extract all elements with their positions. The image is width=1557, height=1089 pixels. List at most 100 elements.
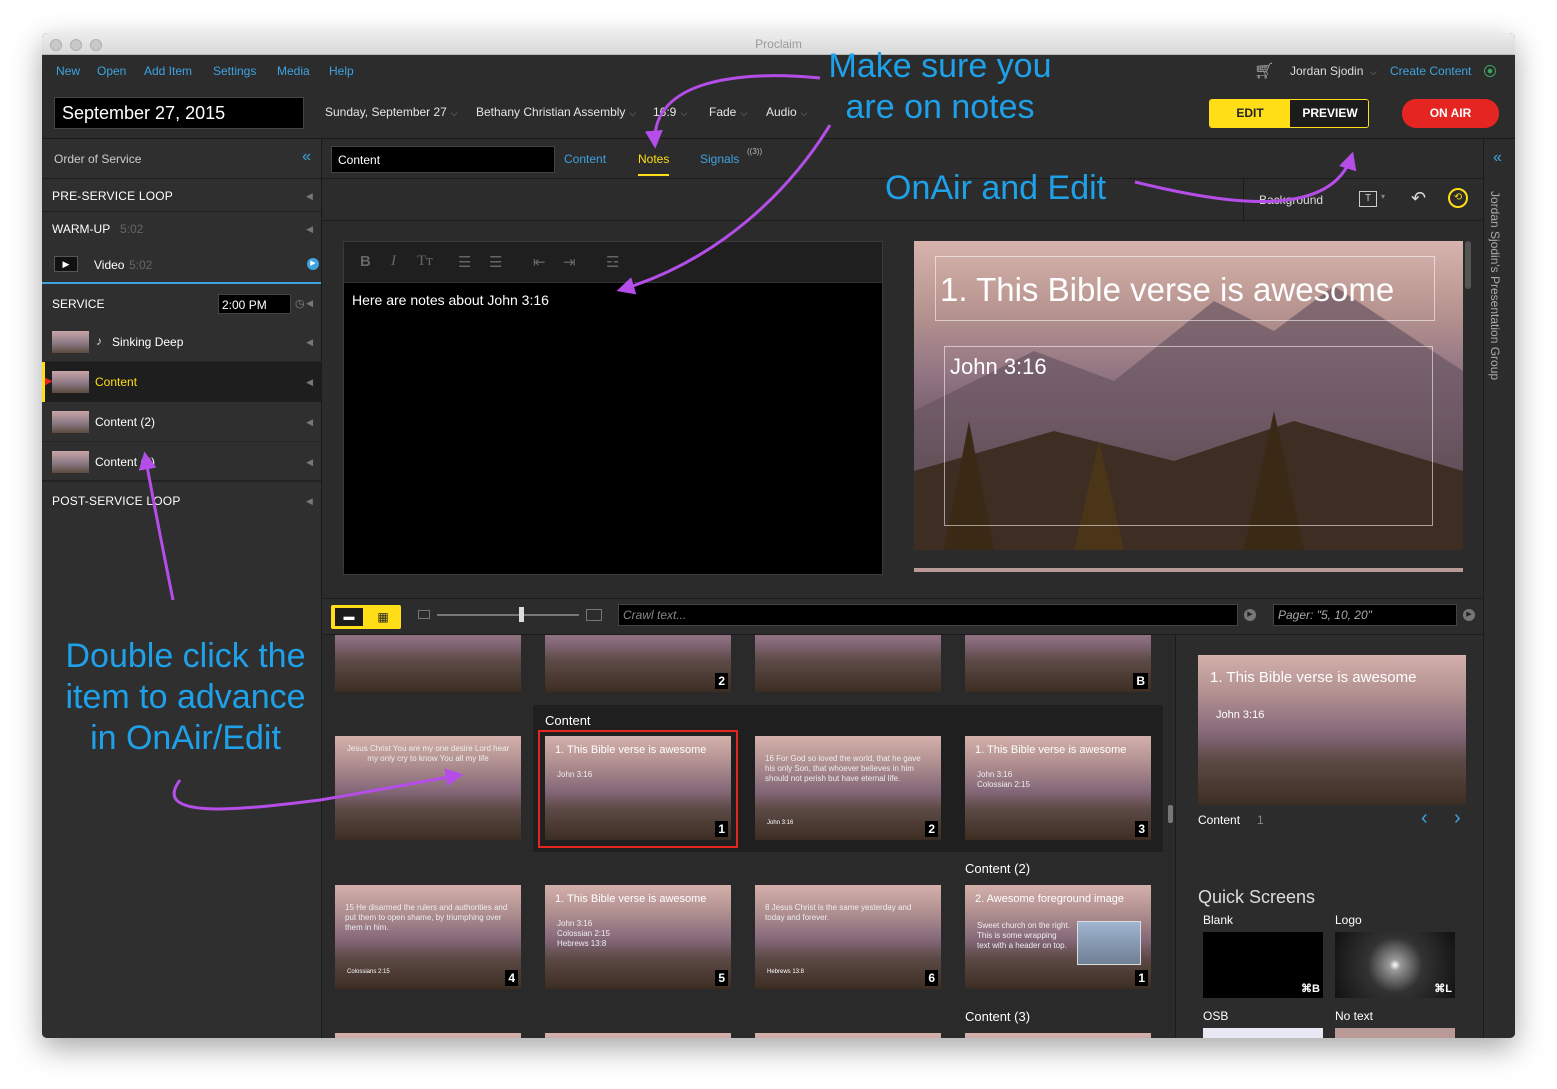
- mode-toggle: EDIT PREVIEW: [1209, 99, 1369, 128]
- sidebar-item-content-3[interactable]: Content (3) ◀: [42, 442, 321, 482]
- next-slide-icon[interactable]: ›: [1454, 807, 1461, 830]
- slide-thumbnail[interactable]: 8 Jesus Christ is the same yesterday and…: [755, 885, 941, 989]
- sync-icon[interactable]: ⟲: [1448, 188, 1468, 208]
- menu-bar: New Open Add Item Settings Media Help 🛒︎…: [42, 55, 1515, 87]
- item-name-field[interactable]: Content: [331, 146, 555, 173]
- preview-scrollbar[interactable]: [914, 568, 1463, 572]
- notes-text[interactable]: Here are notes about John 3:16: [352, 292, 549, 308]
- cart-icon[interactable]: 🛒︎: [1254, 61, 1274, 81]
- quick-screen-logo[interactable]: ⌘L: [1335, 932, 1455, 998]
- chevron-down-icon: ▾: [1381, 192, 1386, 201]
- vertical-scrollbar[interactable]: [1465, 241, 1471, 289]
- zoom-slider-handle[interactable]: [519, 607, 524, 622]
- aspect-dropdown[interactable]: 16:9 ⌵: [653, 105, 687, 119]
- bold-icon[interactable]: B: [360, 253, 371, 270]
- quick-screen-no-text[interactable]: [1335, 1028, 1455, 1038]
- previous-slide-icon[interactable]: ‹: [1421, 807, 1428, 830]
- edit-button[interactable]: EDIT: [1210, 100, 1290, 127]
- text-size-icon[interactable]: Tт: [417, 253, 433, 270]
- create-content-link[interactable]: Create Content: [1390, 64, 1471, 78]
- current-slide-preview[interactable]: 1. This Bible verse is awesome John 3:16: [1198, 655, 1466, 805]
- quick-screen-blank[interactable]: ⌘B: [1203, 932, 1323, 998]
- slide-body: John 3:16: [950, 354, 1047, 379]
- slide-thumbnail[interactable]: [335, 1033, 521, 1038]
- sidebar-title: Order of Service: [54, 152, 142, 166]
- slide-thumbnail[interactable]: [965, 1033, 1151, 1038]
- section-pre-service[interactable]: PRE-SERVICE LOOP ◀: [42, 179, 321, 212]
- pager-input[interactable]: Pager: "5, 10, 20": [1273, 604, 1457, 626]
- bullet-list-icon[interactable]: ☰: [458, 253, 471, 271]
- church-dropdown[interactable]: Bethany Christian Assembly ⌵: [476, 105, 636, 119]
- user-menu[interactable]: Jordan Sjodin: [1290, 64, 1363, 78]
- preview-button[interactable]: PREVIEW: [1290, 100, 1368, 127]
- slide-number: B: [1133, 673, 1148, 689]
- slide-reference: Colossians 2:15: [347, 969, 390, 975]
- collapse-left-icon[interactable]: «: [302, 148, 311, 166]
- title-bar: Proclaim: [42, 33, 1515, 55]
- menu-media[interactable]: Media: [277, 64, 310, 78]
- italic-icon[interactable]: I: [391, 253, 396, 270]
- expand-left-icon[interactable]: «: [1493, 149, 1502, 167]
- clock-icon[interactable]: ◷: [295, 297, 305, 310]
- slide-thumbnail-selected[interactable]: 1. This Bible verse is awesome John 3:16…: [545, 736, 731, 840]
- filmstrip-view-icon[interactable]: ▬: [335, 608, 363, 626]
- menu-open[interactable]: Open: [97, 64, 126, 78]
- slide-title: 2. Awesome foreground image: [975, 893, 1124, 905]
- section-service[interactable]: SERVICE 2:00 PM ◷ ◀: [42, 286, 321, 322]
- slide-thumbnail[interactable]: 2. Awesome foreground image Sweet church…: [965, 885, 1151, 989]
- numbered-list-icon[interactable]: ☰: [489, 253, 502, 271]
- slide-thumbnail[interactable]: B: [965, 635, 1151, 692]
- send-icon[interactable]: ▶: [1463, 609, 1475, 621]
- slide-thumbnail[interactable]: 15 He disarmed the rulers and authoritie…: [335, 885, 521, 989]
- menu-add-item[interactable]: Add Item: [144, 64, 192, 78]
- slide-thumbnail[interactable]: [335, 635, 521, 692]
- slide-editor-preview[interactable]: 1. This Bible verse is awesome John 3:16: [914, 241, 1463, 550]
- sidebar-item-content-2[interactable]: Content (2) ◀: [42, 402, 321, 442]
- slide-thumbnail[interactable]: 2: [545, 635, 731, 692]
- service-time-field[interactable]: 2:00 PM: [218, 294, 291, 314]
- section-warm-up[interactable]: WARM-UP 5:02 ◀: [42, 212, 321, 246]
- play-icon[interactable]: ▶: [307, 258, 319, 270]
- sidebar-item-sinking-deep[interactable]: ♪ Sinking Deep ◀: [42, 322, 321, 362]
- quick-screen-osb[interactable]: [1203, 1028, 1323, 1038]
- on-air-button[interactable]: ON AIR: [1402, 99, 1499, 128]
- slide-title: 1. This Bible verse is awesome: [940, 271, 1395, 308]
- undo-icon[interactable]: ↶: [1411, 188, 1426, 209]
- slide-thumbnail[interactable]: 1. This Bible verse is awesome John 3:16…: [545, 885, 731, 989]
- annotation-line: are on notes: [845, 87, 1035, 126]
- item-label: Video: [94, 258, 125, 272]
- slide-thumbnail[interactable]: [545, 1033, 731, 1038]
- menu-new[interactable]: New: [56, 64, 80, 78]
- slide-thumbnail[interactable]: 16 For God so loved the world, that he g…: [755, 736, 941, 840]
- grid-view-icon[interactable]: ▦: [369, 608, 397, 626]
- section-post-service[interactable]: POST-SERVICE LOOP ◀: [42, 484, 321, 518]
- aspect-label: 16:9: [653, 105, 677, 119]
- crawl-text-input[interactable]: Crawl text...: [618, 604, 1238, 626]
- slide-thumbnail[interactable]: [755, 635, 941, 692]
- item-thumbnail: [52, 331, 89, 353]
- slide-thumbnail[interactable]: 1. This Bible verse is awesome John 3:16…: [965, 736, 1151, 840]
- text-box-icon[interactable]: T: [1359, 191, 1377, 207]
- zoom-slider-track[interactable]: [437, 614, 579, 616]
- tab-notes[interactable]: Notes: [638, 152, 670, 176]
- sidebar-item-content[interactable]: ▶ Content ◀: [42, 362, 321, 402]
- transition-dropdown[interactable]: Fade ⌵: [709, 105, 747, 119]
- divider-icon[interactable]: ☲: [606, 253, 619, 271]
- outdent-icon[interactable]: ⇤: [533, 253, 546, 271]
- slide-thumbnail[interactable]: [755, 1033, 941, 1038]
- send-icon[interactable]: ▶: [1244, 609, 1256, 621]
- slide-thumbnail[interactable]: Jesus Christ You are my one desire Lord …: [335, 736, 521, 840]
- indent-icon[interactable]: ⇥: [563, 253, 576, 271]
- grid-toolbar: ▬ ▦ Crawl text... ▶ Pager: "5, 10, 20" ▶: [323, 598, 1483, 635]
- tab-content[interactable]: Content: [564, 152, 606, 166]
- service-date-field[interactable]: September 27, 2015: [54, 97, 304, 129]
- menu-help[interactable]: Help: [329, 64, 354, 78]
- tab-signals[interactable]: Signals: [700, 152, 739, 166]
- sidebar-item-video[interactable]: ▶ Video 5:02 ▶: [42, 246, 321, 284]
- service-date-dropdown[interactable]: Sunday, September 27 ⌵: [325, 105, 458, 119]
- section-label: WARM-UP: [52, 222, 111, 236]
- arrow-left-icon: ◀: [306, 224, 313, 234]
- grid-scrollbar[interactable]: [1168, 805, 1173, 823]
- menu-settings[interactable]: Settings: [213, 64, 256, 78]
- background-button[interactable]: Background: [1259, 193, 1323, 207]
